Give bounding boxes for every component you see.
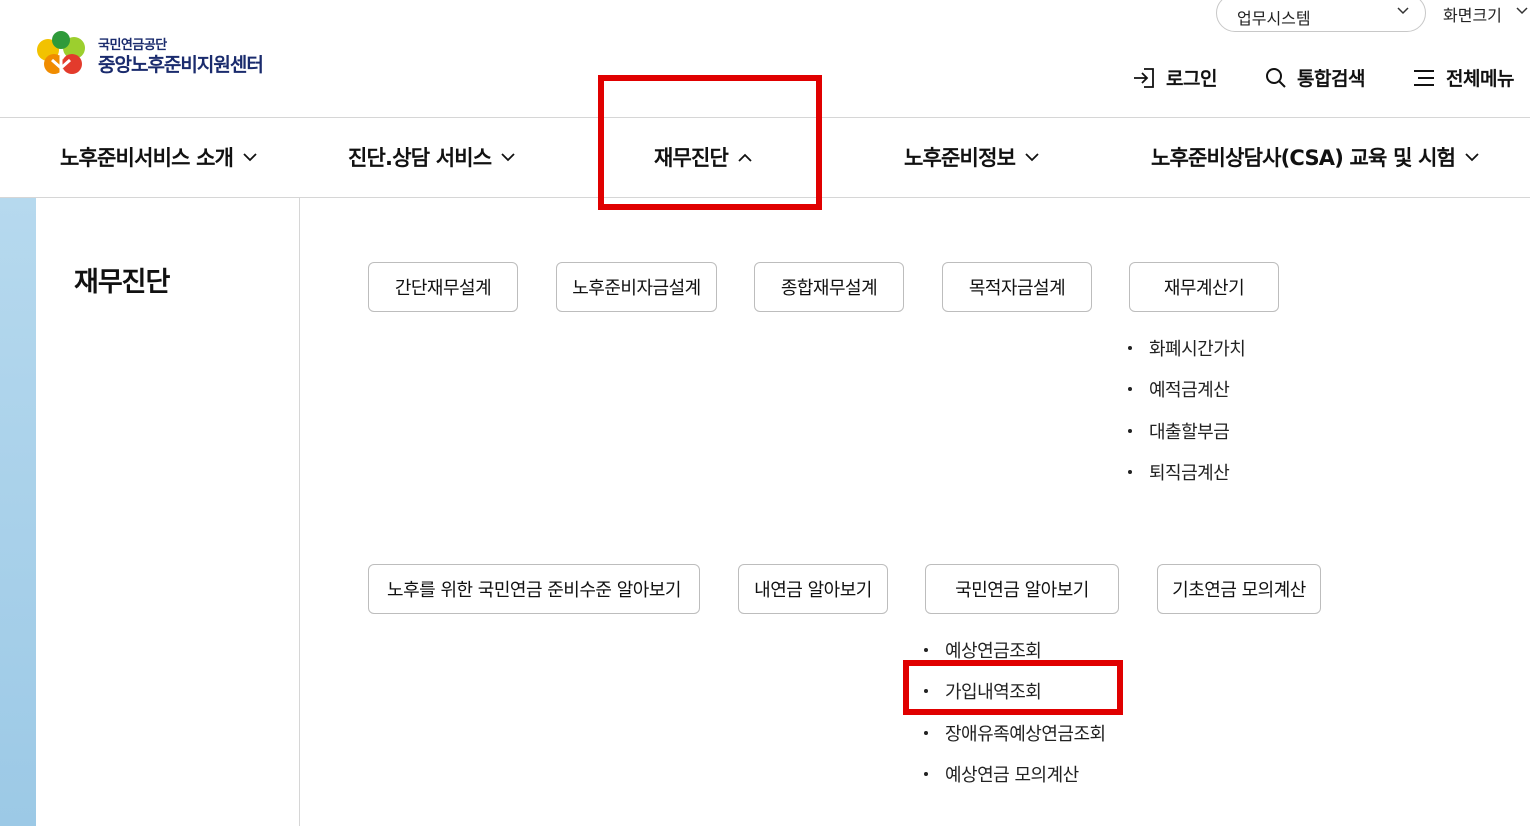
submenu-label: 예적금계산 — [1149, 380, 1230, 402]
work-system-label: 업무시스템 — [1237, 9, 1311, 28]
purpose-fund-plan-button[interactable]: 목적자금설계 — [942, 262, 1092, 312]
screen-size-control[interactable]: 화면크기 — [1443, 2, 1502, 26]
logo-tree-icon — [37, 31, 85, 82]
bullet — [1128, 428, 1132, 433]
submenu-label: 장애유족예상연금조회 — [945, 723, 1106, 745]
logo-center-name: 중앙노후준비지원센터 — [98, 54, 264, 76]
site-logo[interactable]: 국민연금공단 중앙노후준비지원센터 — [34, 30, 264, 84]
search-icon — [1266, 67, 1286, 88]
bullet — [924, 647, 928, 652]
my-pension-button[interactable]: 내연금 알아보기 — [738, 564, 888, 614]
login-icon — [1134, 67, 1154, 88]
submenu-label: 예상연금 모의계산 — [945, 765, 1079, 787]
submenu-label: 대출할부금 — [1149, 421, 1230, 443]
chevron-down-icon — [1516, 7, 1528, 15]
comprehensive-financial-plan-button[interactable]: 종합재무설계 — [754, 262, 904, 312]
bullet — [924, 772, 928, 777]
submenu-loan-installment[interactable]: 대출할부금 — [1126, 410, 1245, 452]
chevron-down-icon — [243, 152, 257, 161]
simple-financial-plan-button[interactable]: 간단재무설계 — [368, 262, 518, 312]
gnb-item-diagnosis-consulting[interactable]: 진단.상담 서비스 — [348, 117, 515, 197]
logo-org-name: 국민연금공단 — [98, 38, 167, 53]
highlight-box-gnb — [598, 75, 822, 210]
login-label: 로그인 — [1166, 68, 1217, 90]
gnb-label: 노후준비상담사(CSA) 교육 및 시험 — [1151, 146, 1456, 170]
submenu-disability-survivor-pension[interactable]: 장애유족예상연금조회 — [922, 712, 1106, 754]
highlight-box-enrollment-history — [903, 660, 1123, 715]
submenu-label: 예상연금조회 — [945, 640, 1042, 662]
calculator-submenu: 화폐시간가치 예적금계산 대출할부금 퇴직금계산 — [1126, 327, 1246, 494]
gnb-label: 노후준비정보 — [904, 146, 1016, 170]
submenu-severance-calc[interactable]: 퇴직금계산 — [1126, 452, 1245, 494]
all-menu-button[interactable]: 전체메뉴 — [1412, 64, 1514, 91]
submenu-label: 퇴직금계산 — [1149, 463, 1230, 485]
national-pension-info-button[interactable]: 국민연금 알아보기 — [925, 564, 1119, 614]
bullet — [924, 730, 928, 735]
bullet — [1128, 470, 1132, 475]
sidebar-title: 재무진단 — [74, 267, 170, 298]
all-menu-label: 전체메뉴 — [1446, 68, 1514, 90]
submenu-deposit-calc[interactable]: 예적금계산 — [1126, 369, 1245, 411]
chevron-down-icon — [501, 152, 515, 161]
gnb-item-csa-education-exam[interactable]: 노후준비상담사(CSA) 교육 및 시험 — [1151, 117, 1479, 197]
submenu-pension-simulation[interactable]: 예상연금 모의계산 — [922, 754, 1106, 796]
sidebar: 재무진단 — [36, 198, 300, 826]
gnb-item-retirement-info[interactable]: 노후준비정보 — [904, 117, 1039, 197]
bullet — [1128, 387, 1132, 392]
bullet — [1128, 345, 1132, 350]
chevron-down-icon — [1025, 152, 1039, 161]
gnb-label: 노후준비서비스 소개 — [60, 146, 234, 170]
basic-pension-simulation-button[interactable]: 기초연금 모의계산 — [1157, 564, 1321, 614]
chevron-down-icon — [1465, 152, 1479, 161]
gnb-label: 진단.상담 서비스 — [348, 146, 492, 170]
gnb-item-retirement-service-intro[interactable]: 노후준비서비스 소개 — [60, 117, 257, 197]
submenu-label: 화폐시간가치 — [1149, 338, 1246, 360]
search-label: 통합검색 — [1297, 68, 1365, 90]
work-system-select[interactable]: 업무시스템 — [1216, 0, 1426, 32]
submenu-time-value-of-money[interactable]: 화폐시간가치 — [1126, 327, 1246, 369]
login-button[interactable]: 로그인 — [1132, 64, 1217, 91]
national-pension-readiness-button[interactable]: 노후를 위한 국민연금 준비수준 알아보기 — [368, 564, 700, 614]
integrated-search-button[interactable]: 통합검색 — [1265, 64, 1365, 91]
hamburger-menu-icon — [1414, 69, 1434, 86]
left-rail — [0, 198, 36, 826]
retirement-fund-plan-button[interactable]: 노후준비자금설계 — [556, 262, 717, 312]
chevron-down-icon — [1397, 7, 1409, 15]
financial-calculator-button[interactable]: 재무계산기 — [1129, 262, 1279, 312]
